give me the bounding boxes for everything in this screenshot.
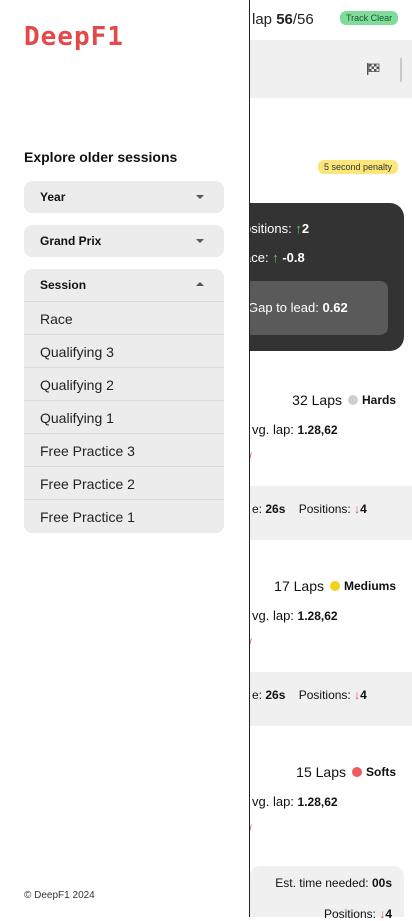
session-option-free-practice-1[interactable]: Free Practice 1	[24, 499, 224, 533]
positions-label: ositions:	[244, 221, 296, 236]
positions-label: Positions:	[323, 907, 380, 921]
summary-card: ositions: ↑2 ace: ↑ -0.8 Gap to lead: 0.…	[230, 203, 404, 351]
session-option-label: Qualifying 2	[40, 377, 114, 393]
avg-lap-label: vg. lap:	[252, 422, 298, 437]
session-option-qualifying-3[interactable]: Qualifying 3	[24, 334, 224, 368]
avg-lap: vg. lap: 1.28,62	[252, 422, 338, 437]
session-option-race[interactable]: Race	[24, 301, 224, 335]
tyre-compound: Mediums	[343, 579, 396, 593]
estimated-time: Est. time needed: 00s	[275, 876, 392, 890]
avg-lap: vg. lap: 1.28,62	[252, 794, 338, 809]
avg-lap: vg. lap: 1.28,62	[252, 608, 338, 623]
pace-value: -0.8	[282, 250, 305, 265]
positions-value: 4	[385, 907, 392, 921]
time-label: e:	[252, 502, 266, 516]
explore-title: Explore older sessions	[24, 149, 178, 165]
grand-prix-select[interactable]: Grand Prix	[24, 225, 224, 257]
pace-delta: ace: ↑ -0.8	[244, 250, 305, 265]
estimated-positions: Positions: ↓4	[324, 907, 392, 921]
est-time-value: 00s	[371, 876, 392, 890]
session-option-label: Race	[40, 311, 73, 327]
avg-lap-value: 1.28,62	[297, 609, 338, 623]
logo-text: DeepF1	[24, 22, 124, 50]
session-option-free-practice-3[interactable]: Free Practice 3	[24, 433, 224, 467]
stint-laps: 15 Laps Softs	[296, 764, 396, 780]
gap-label: Gap to lead:	[248, 300, 323, 315]
arrow-up-icon: ↑	[272, 250, 279, 265]
session-option-qualifying-2[interactable]: Qualifying 2	[24, 367, 224, 401]
lap-current: 56	[276, 11, 293, 28]
stint-laps: 17 Laps Mediums	[274, 578, 396, 594]
gap-to-lead: Gap to lead: 0.62	[248, 300, 348, 315]
positions-label: Positions:	[298, 502, 355, 516]
stint-lap-count: 15 Laps	[296, 764, 346, 780]
positions-value: 2	[301, 221, 310, 236]
avg-lap-value: 1.28,62	[297, 423, 338, 437]
stint-lap-count: 17 Laps	[274, 578, 324, 594]
avg-lap-value: 1.28,62	[297, 795, 338, 809]
tyre-dot-icon	[347, 395, 358, 405]
stint-stats: e: 26s Positions: ↓4	[252, 688, 367, 702]
session-select: Session Race Qualifying 3 Qualifying 2 Q…	[24, 269, 224, 533]
track-status-badge: Track Clear	[340, 11, 399, 25]
deepf1-logo[interactable]: DeepF1	[24, 22, 160, 50]
lap-counter: lap 56/56	[252, 11, 314, 28]
session-select-header[interactable]: Session	[24, 269, 224, 301]
positions-value: 4	[360, 688, 367, 702]
year-select-label: Year	[40, 190, 66, 204]
chevron-down-icon	[196, 239, 204, 243]
year-select[interactable]: Year	[24, 181, 224, 213]
session-option-label: Qualifying 3	[40, 344, 114, 360]
avg-lap-label: vg. lap:	[252, 794, 298, 809]
time-label: e:	[252, 688, 266, 702]
stint-lap-count: 32 Laps	[292, 392, 342, 408]
lap-prefix: lap	[252, 11, 277, 28]
positions-value: 4	[360, 502, 367, 516]
tyre-dot-icon	[352, 767, 362, 777]
chevron-down-icon	[196, 195, 204, 199]
gap-to-lead-box: Gap to lead: 0.62	[238, 281, 388, 335]
session-option-label: Free Practice 1	[40, 509, 135, 525]
estimate-box: Est. time needed: 00s Positions: ↓4	[250, 866, 404, 921]
tyre-dot-icon	[329, 581, 340, 591]
copyright: © DeepF1 2024	[24, 890, 95, 901]
tyre-compound: Softs	[366, 765, 396, 779]
time-value: 26s	[265, 688, 286, 702]
time-value: 26s	[265, 502, 286, 516]
positions-gained: ositions: ↑2	[244, 221, 309, 236]
tyre-compound: Hards	[361, 393, 396, 407]
penalty-badge: 5 second penalty	[318, 160, 399, 174]
session-option-label: Qualifying 1	[40, 410, 114, 426]
stint-laps: 32 Laps Hards	[292, 392, 396, 408]
positions-label: Positions:	[298, 688, 355, 702]
gap-value: 0.62	[322, 300, 348, 315]
session-option-qualifying-1[interactable]: Qualifying 1	[24, 400, 224, 434]
lap-total: /56	[292, 11, 314, 28]
avg-lap-label: vg. lap:	[252, 608, 298, 623]
session-select-label: Session	[40, 278, 87, 292]
grand-prix-select-label: Grand Prix	[40, 234, 102, 248]
session-drawer: DeepF1 Explore older sessions Year Grand…	[0, 0, 250, 917]
chevron-up-icon	[196, 282, 204, 286]
est-time-label: Est. time needed:	[275, 876, 372, 890]
session-option-label: Free Practice 3	[40, 443, 135, 459]
checkered-flag-icon[interactable]	[366, 62, 380, 76]
toolbar-divider	[400, 58, 402, 82]
session-option-label: Free Practice 2	[40, 476, 135, 492]
stint-stats: e: 26s Positions: ↓4	[252, 502, 367, 516]
session-option-free-practice-2[interactable]: Free Practice 2	[24, 466, 224, 500]
